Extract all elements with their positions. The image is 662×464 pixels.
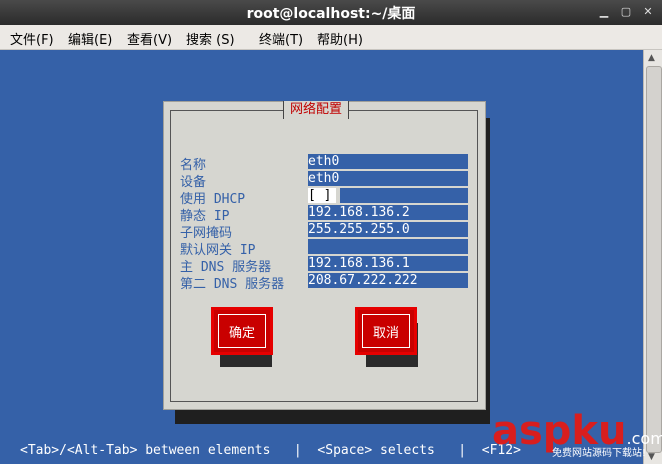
name-field[interactable]: eth0 <box>308 154 468 169</box>
scroll-up-icon[interactable]: ▲ <box>648 53 655 63</box>
maximize-icon[interactable]: ▢ <box>620 6 632 18</box>
menu-search[interactable]: 搜索 (S) <box>186 29 235 48</box>
menu-file[interactable]: 文件(F) <box>10 29 54 48</box>
secondary-dns-field[interactable]: 208.67.222.222 <box>308 273 468 288</box>
netmask-field[interactable]: 255.255.255.0 <box>308 222 468 237</box>
ok-button[interactable]: 确定 <box>211 307 273 355</box>
close-icon[interactable]: ✕ <box>642 6 654 18</box>
scrollbar[interactable]: ▲ ▼ <box>643 50 662 464</box>
menu-bar: 文件(F) 编辑(E) 查看(V) 搜索 (S) 终端(T) 帮助(H) <box>0 25 662 50</box>
dhcp-checkbox[interactable]: [ ] <box>308 188 336 203</box>
menu-edit[interactable]: 编辑(E) <box>68 29 112 48</box>
cancel-button[interactable]: 取消 <box>355 307 417 355</box>
window-title: root@localhost:~/桌面 <box>246 6 416 22</box>
minimize-icon[interactable]: ▁ <box>598 6 610 18</box>
gateway-field[interactable] <box>308 239 468 254</box>
primary-dns-field[interactable]: 192.168.136.1 <box>308 256 468 271</box>
cancel-button-label: 取消 <box>372 326 399 341</box>
scroll-thumb[interactable] <box>646 66 662 453</box>
ok-button-label: 确定 <box>228 326 255 341</box>
window-titlebar: root@localhost:~/桌面 ▁ ▢ ✕ <box>0 0 662 25</box>
dhcp-field-tail <box>340 188 468 203</box>
menu-view[interactable]: 查看(V) <box>127 29 172 48</box>
menu-terminal[interactable]: 终端(T) <box>259 29 303 48</box>
menu-help[interactable]: 帮助(H) <box>317 29 363 48</box>
watermark-subtitle: 免费网站源码下载站! <box>552 448 647 459</box>
secondary-dns-label: 第二 DNS 服务器 <box>180 277 285 292</box>
dialog-title: 网络配置 <box>283 101 350 119</box>
device-field[interactable]: eth0 <box>308 171 468 186</box>
static-ip-field[interactable]: 192.168.136.2 <box>308 205 468 220</box>
status-bar: <Tab>/<Alt-Tab> between elements | <Spac… <box>20 443 521 458</box>
